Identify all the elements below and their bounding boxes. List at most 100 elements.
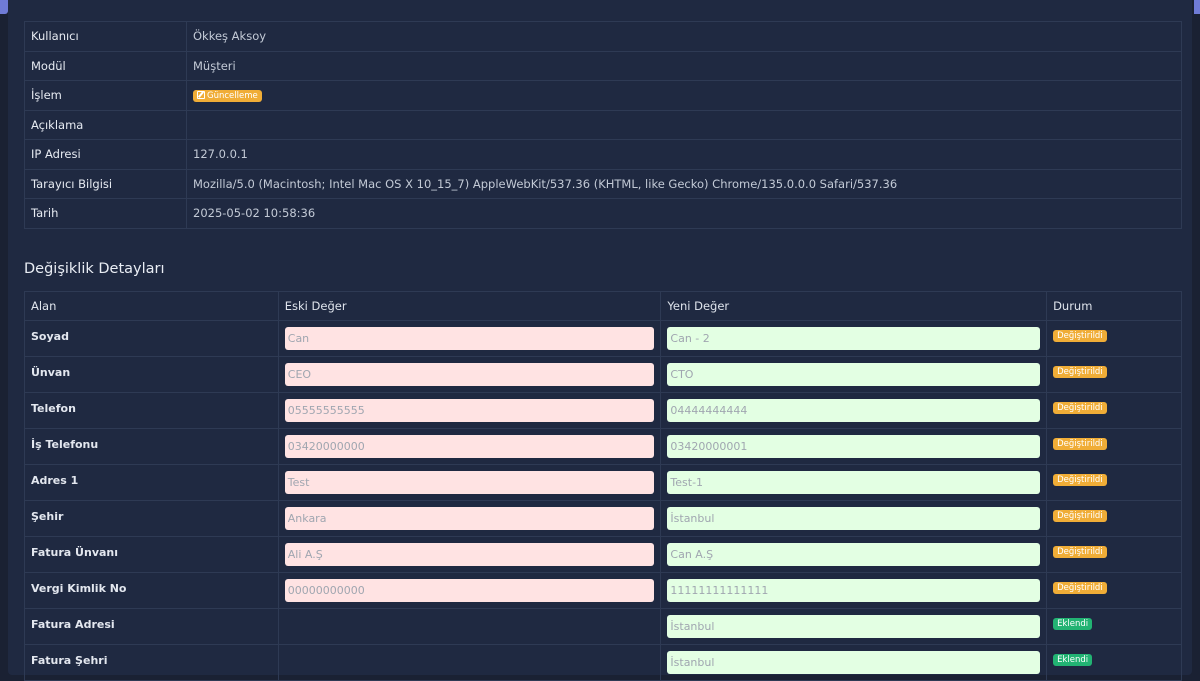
new-value-cell: İstanbul	[660, 644, 1048, 681]
status-cell: Değiştirildi	[1046, 536, 1182, 573]
info-row-module: Modül Müşteri	[24, 50, 1182, 81]
info-value: Güncelleme	[186, 80, 1182, 111]
status-cell: Değiştirildi	[1046, 464, 1182, 501]
header-status: Durum	[1046, 291, 1182, 321]
change-row: Vergi Kimlik No 00000000000 11111111111111…	[24, 572, 1182, 609]
old-value-cell: Ankara	[277, 500, 662, 537]
change-field-name: Fatura Ünvanı	[31, 545, 119, 559]
change-field-cell: İş Telefonu	[24, 428, 279, 465]
change-field-cell: Fatura Adresi	[24, 608, 279, 645]
new-value-field: 04444444444	[667, 399, 1041, 422]
log-info-table: Kullanıcı Ökkeş Aksoy Modül Müşteri İşle…	[24, 21, 1182, 229]
new-value-field: Test-1	[667, 471, 1041, 494]
status-cell: Değiştirildi	[1046, 392, 1182, 429]
info-value: Ökkeş Aksoy	[186, 21, 1182, 52]
new-value-cell: İstanbul	[660, 608, 1048, 645]
info-value: Müşteri	[186, 50, 1182, 81]
old-value-cell: Ali A.Ş	[277, 536, 662, 573]
change-field-name: Fatura Şehri	[31, 653, 108, 667]
info-row-user: Kullanıcı Ökkeş Aksoy	[24, 21, 1182, 52]
change-row: Şehir Ankara İstanbul Değiştirildi	[24, 500, 1182, 537]
old-value-field: Ankara	[284, 507, 655, 530]
new-value-cell: İstanbul	[660, 500, 1048, 537]
new-value-cell: Can A.Ş	[660, 536, 1048, 573]
old-value-cell: 00000000000	[277, 572, 662, 609]
new-value-cell: 03420000001	[660, 428, 1048, 465]
status-badge: Değiştirildi	[1053, 582, 1107, 594]
old-value-cell: Can	[277, 320, 662, 357]
change-row: İş Telefonu 03420000000 03420000001 Değişti…	[24, 428, 1182, 465]
old-value-field: 05555555555	[284, 399, 655, 422]
old-value-cell: 03420000000	[277, 428, 662, 465]
status-cell: Değiştirildi	[1046, 320, 1182, 357]
change-field-cell: Vergi Kimlik No	[24, 572, 279, 609]
old-value-field: Ali A.Ş	[284, 543, 655, 566]
sidebar-accent	[0, 0, 8, 14]
change-row: Adres 1 Test Test-1 Değiştirildi	[24, 464, 1182, 501]
new-value-field: Can A.Ş	[667, 543, 1041, 566]
change-field-cell: Soyad	[24, 320, 279, 357]
change-row: Ünvan CEO CTO Değiştirildi	[24, 356, 1182, 393]
info-label: Kullanıcı	[24, 21, 187, 52]
new-value-cell: 04444444444	[660, 392, 1048, 429]
info-label: Tarih	[24, 198, 187, 229]
log-detail-panel: Kullanıcı Ökkeş Aksoy Modül Müşteri İşle…	[8, 0, 1192, 681]
new-value-cell: CTO	[660, 356, 1048, 393]
status-badge: Değiştirildi	[1053, 330, 1107, 342]
status-badge: Eklendi	[1053, 618, 1093, 630]
info-value: Mozilla/5.0 (Macintosh; Intel Mac OS X 1…	[186, 168, 1182, 199]
status-badge: Eklendi	[1053, 654, 1093, 666]
old-value-cell	[277, 644, 662, 681]
header-old: Eski Değer	[277, 291, 662, 321]
change-field-name: Soyad	[31, 329, 69, 343]
info-label: Açıklama	[24, 109, 187, 140]
section-title: Değişiklik Detayları	[24, 261, 165, 277]
info-row-action: İşlem Güncelleme	[24, 80, 1182, 111]
info-row-ip: IP Adresi 127.0.0.1	[24, 139, 1182, 170]
change-field-name: Vergi Kimlik No	[31, 581, 127, 595]
info-row-description: Açıklama	[24, 109, 1182, 140]
edit-icon	[197, 90, 205, 99]
changes-table: Alan Eski Değer Yeni Değer Durum Soyad Ca…	[24, 291, 1182, 681]
change-row: Fatura Ünvanı Ali A.Ş Can A.Ş Değiştirildi	[24, 536, 1182, 573]
status-badge: Değiştirildi	[1053, 546, 1107, 558]
status-cell: Değiştirildi	[1046, 356, 1182, 393]
old-value-field: CEO	[284, 363, 655, 386]
old-value-cell: Test	[277, 464, 662, 501]
change-row: Telefon 05555555555 04444444444 Değiştirild…	[24, 392, 1182, 429]
new-value-field: İstanbul	[667, 615, 1041, 638]
old-value-field: Test	[284, 471, 655, 494]
info-label: IP Adresi	[24, 139, 187, 170]
old-value-cell	[277, 608, 662, 645]
change-field-cell: Telefon	[24, 392, 279, 429]
status-badge: Değiştirildi	[1053, 438, 1107, 450]
status-cell: Değiştirildi	[1046, 572, 1182, 609]
old-value-field: 03420000000	[284, 435, 655, 458]
old-value-field: 00000000000	[284, 579, 655, 602]
info-value: 2025-05-02 10:58:36	[186, 198, 1182, 229]
old-value-field: Can	[284, 327, 655, 350]
changes-header-row: Alan Eski Değer Yeni Değer Durum	[24, 291, 1182, 321]
status-cell: Değiştirildi	[1046, 500, 1182, 537]
change-row: Fatura Adresi İstanbul Eklendi	[24, 608, 1182, 645]
right-accent	[1194, 0, 1200, 14]
change-field-cell: Şehir	[24, 500, 279, 537]
change-field-name: Adres 1	[31, 473, 79, 487]
new-value-field: CTO	[667, 363, 1041, 386]
new-value-cell: 11111111111111	[660, 572, 1048, 609]
change-field-cell: Fatura Şehri	[24, 644, 279, 681]
info-value: 127.0.0.1	[186, 139, 1182, 170]
change-field-cell: Fatura Ünvanı	[24, 536, 279, 573]
info-label: Modül	[24, 50, 187, 81]
old-value-cell: CEO	[277, 356, 662, 393]
change-field-name: Fatura Adresi	[31, 617, 115, 631]
info-value	[186, 109, 1182, 140]
new-value-cell: Test-1	[660, 464, 1048, 501]
change-row: Fatura Şehri İstanbul Eklendi	[24, 644, 1182, 681]
change-field-name: Ünvan	[31, 365, 71, 379]
status-badge: Değiştirildi	[1053, 366, 1107, 378]
status-cell: Eklendi	[1046, 644, 1182, 681]
old-value-cell: 05555555555	[277, 392, 662, 429]
info-row-browser: Tarayıcı Bilgisi Mozilla/5.0 (Macintosh;…	[24, 168, 1182, 199]
action-badge-label: Güncelleme	[207, 90, 258, 101]
